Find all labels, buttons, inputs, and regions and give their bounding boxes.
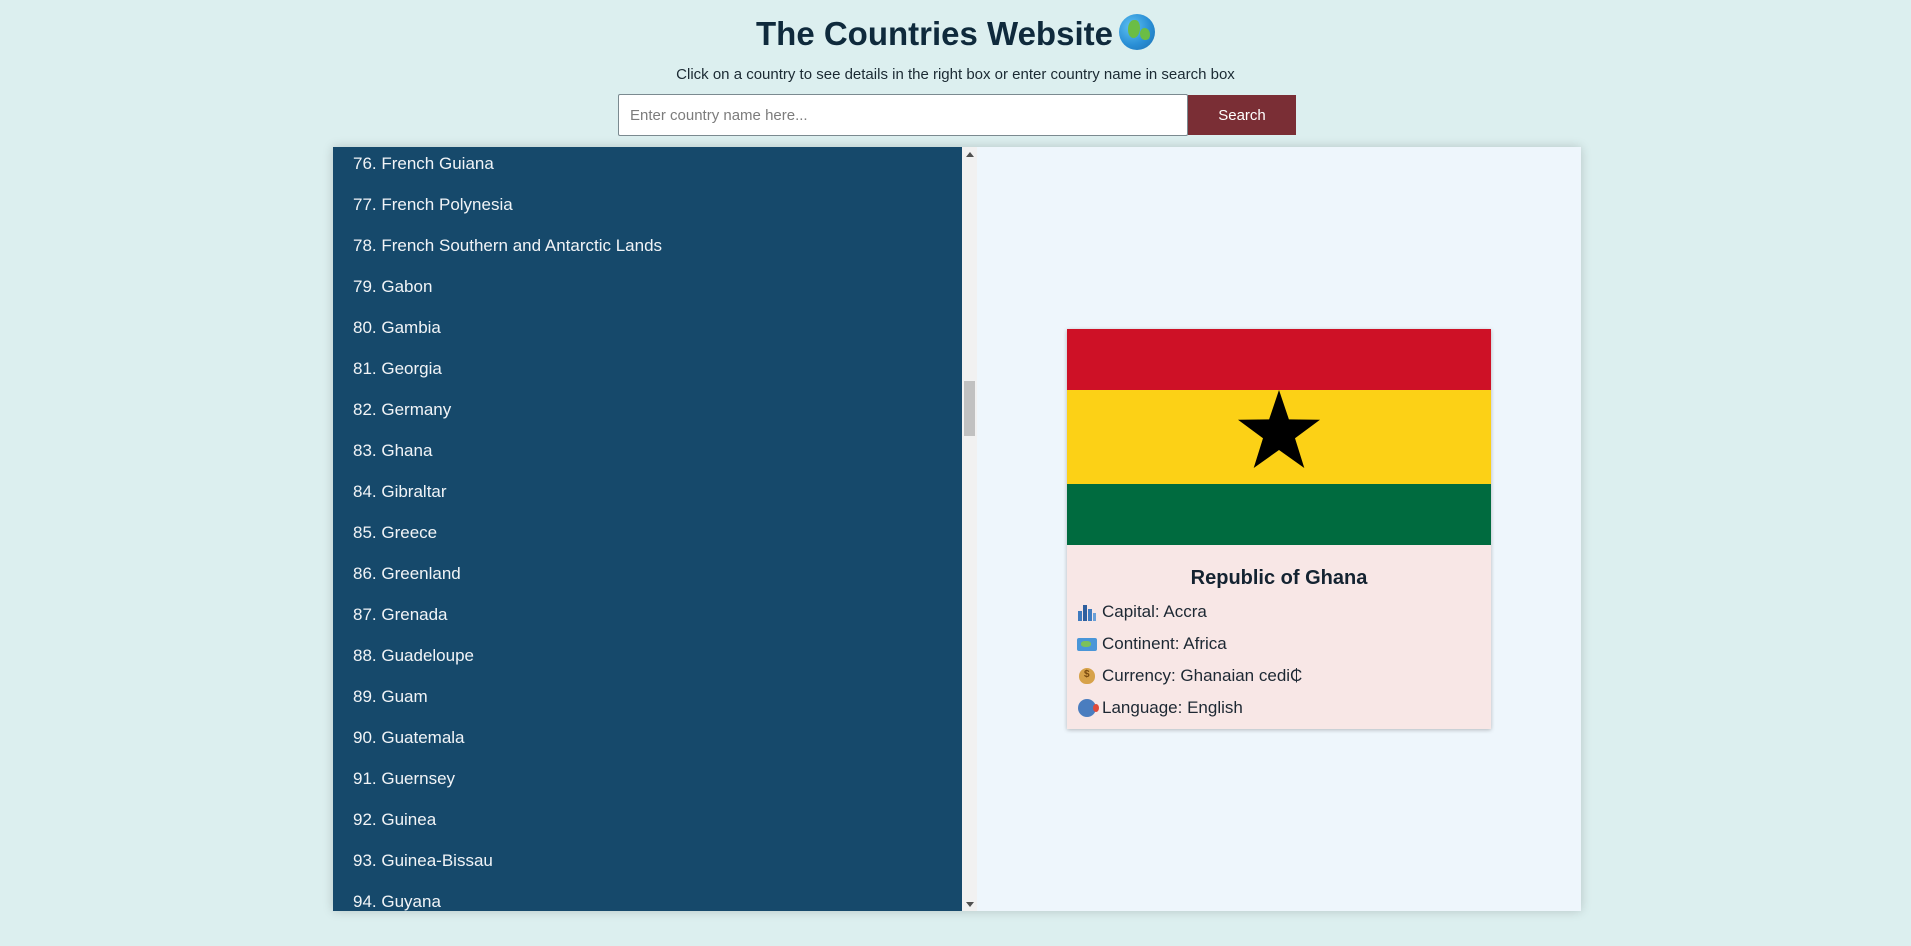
main-panel: 76. French Guiana 77. French Polynesia 7… <box>333 147 1581 911</box>
flag-green-stripe <box>1067 484 1491 545</box>
currency-text: Currency: Ghanaian cedi₵ <box>1102 666 1303 685</box>
capital-text: Capital: Accra <box>1102 602 1207 621</box>
money-bag-icon <box>1077 666 1097 686</box>
country-list-item[interactable]: 84. Gibraltar <box>333 475 962 516</box>
country-list-item[interactable]: 90. Guatemala <box>333 721 962 762</box>
country-list-item[interactable]: 82. Germany <box>333 393 962 434</box>
country-list-item[interactable]: 78. French Southern and Antarctic Lands <box>333 229 962 270</box>
page-subtitle: Click on a country to see details in the… <box>676 66 1235 83</box>
country-card: Republic of Ghana Capital: Accra Contine… <box>1067 329 1491 729</box>
country-official-name: Republic of Ghana <box>1190 567 1368 589</box>
country-list: 76. French Guiana 77. French Polynesia 7… <box>333 147 962 911</box>
flag-red-stripe <box>1067 329 1491 390</box>
world-map-icon <box>1077 634 1097 654</box>
country-list-item[interactable]: 88. Guadeloupe <box>333 639 962 680</box>
country-list-item[interactable]: 77. French Polynesia <box>333 188 962 229</box>
cityscape-icon <box>1077 602 1097 622</box>
language-text: Language: English <box>1102 698 1243 717</box>
page-title-text: The Countries Website <box>756 15 1113 52</box>
search-input[interactable] <box>618 94 1188 136</box>
capital-row: Capital: Accra <box>1067 596 1491 628</box>
page-title: The Countries Website <box>0 14 1911 53</box>
scroll-thumb[interactable] <box>964 381 975 436</box>
country-list-item[interactable]: 92. Guinea <box>333 803 962 844</box>
country-detail-pane: Republic of Ghana Capital: Accra Contine… <box>977 147 1581 911</box>
search-button[interactable]: Search <box>1188 95 1296 135</box>
globe-icon <box>1118 14 1155 50</box>
country-list-item[interactable]: 76. French Guiana <box>333 147 962 188</box>
country-list-item[interactable]: 85. Greece <box>333 516 962 557</box>
scroll-down-arrow-icon[interactable] <box>962 897 977 911</box>
continent-row: Continent: Africa <box>1067 628 1491 660</box>
country-list-item[interactable]: 80. Gambia <box>333 311 962 352</box>
search-bar: Search <box>618 94 1296 136</box>
country-list-item[interactable]: 93. Guinea-Bissau <box>333 844 962 885</box>
list-scrollbar[interactable] <box>962 147 977 911</box>
country-list-item[interactable]: 87. Grenada <box>333 598 962 639</box>
country-list-item[interactable]: 81. Georgia <box>333 352 962 393</box>
country-list-item[interactable]: 94. Guyana <box>333 885 962 911</box>
country-list-item[interactable]: 83. Ghana <box>333 434 962 475</box>
currency-row: Currency: Ghanaian cedi₵ <box>1067 660 1491 692</box>
scroll-up-arrow-icon[interactable] <box>962 147 977 161</box>
country-list-item[interactable]: 86. Greenland <box>333 557 962 598</box>
language-row: Language: English <box>1067 692 1491 724</box>
speaking-head-icon <box>1077 698 1099 718</box>
continent-text: Continent: Africa <box>1102 634 1227 653</box>
country-list-item[interactable]: 91. Guernsey <box>333 762 962 803</box>
country-list-item[interactable]: 79. Gabon <box>333 270 962 311</box>
ghana-flag-image <box>1067 329 1491 545</box>
country-list-item[interactable]: 89. Guam <box>333 680 962 721</box>
country-list-pane: 76. French Guiana 77. French Polynesia 7… <box>333 147 962 911</box>
